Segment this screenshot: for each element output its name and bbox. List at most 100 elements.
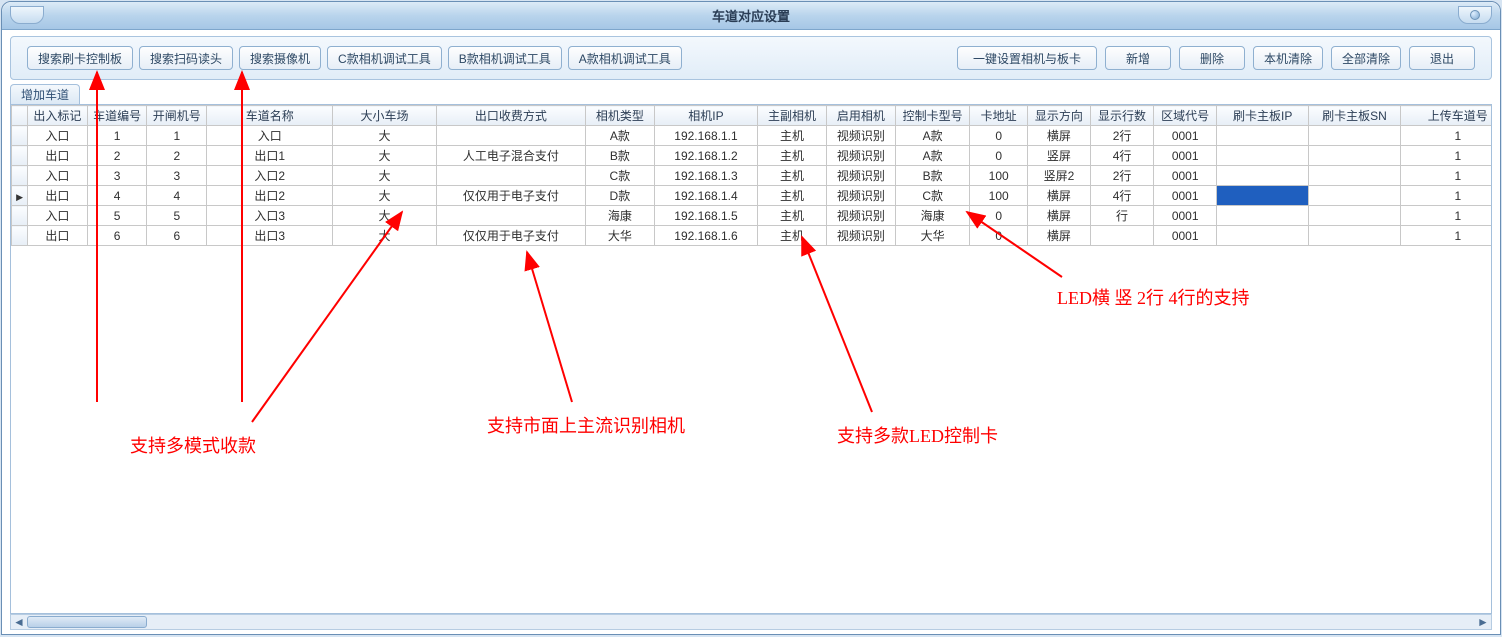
- column-header-card_addr[interactable]: 卡地址: [970, 106, 1027, 126]
- cell-main_sub[interactable]: 主机: [758, 206, 827, 226]
- b-camera-tool-button[interactable]: B款相机调试工具: [448, 46, 562, 70]
- column-header-area_code[interactable]: 区域代号: [1154, 106, 1217, 126]
- cell-gate_no[interactable]: 2: [147, 146, 207, 166]
- cell-area_code[interactable]: 0001: [1154, 126, 1217, 146]
- cell-ctrl_card[interactable]: 海康: [895, 206, 970, 226]
- cell-area_code[interactable]: 0001: [1154, 146, 1217, 166]
- column-header-lane_name[interactable]: 车道名称: [207, 106, 333, 126]
- cell-in_out[interactable]: 入口: [28, 166, 88, 186]
- cell-ctrl_card[interactable]: C款: [895, 186, 970, 206]
- cell-enable_cam[interactable]: 视频识别: [827, 186, 896, 206]
- a-camera-tool-button[interactable]: A款相机调试工具: [568, 46, 682, 70]
- titlebar-right-control[interactable]: [1458, 6, 1492, 24]
- cell-cam_type[interactable]: 海康: [585, 206, 654, 226]
- cell-area_code[interactable]: 0001: [1154, 186, 1217, 206]
- cell-gate_no[interactable]: 1: [147, 126, 207, 146]
- cell-exit_pay[interactable]: 仅仅用于电子支付: [436, 186, 585, 206]
- column-header-cam_ip[interactable]: 相机IP: [654, 106, 757, 126]
- cell-lane_no[interactable]: 1: [87, 126, 147, 146]
- cell-card_addr[interactable]: 100: [970, 186, 1027, 206]
- c-camera-tool-button[interactable]: C款相机调试工具: [327, 46, 442, 70]
- cell-in_out[interactable]: 出口: [28, 226, 88, 246]
- row-header[interactable]: [12, 166, 28, 186]
- cell-ctrl_card[interactable]: A款: [895, 126, 970, 146]
- cell-cam_type[interactable]: 大华: [585, 226, 654, 246]
- cell-card_ip[interactable]: [1217, 146, 1309, 166]
- cell-card_sn[interactable]: [1309, 146, 1401, 166]
- cell-cam_type[interactable]: A款: [585, 126, 654, 146]
- column-header-ctrl_card[interactable]: 控制卡型号: [895, 106, 970, 126]
- cell-ctrl_card[interactable]: 大华: [895, 226, 970, 246]
- cell-gate_no[interactable]: 5: [147, 206, 207, 226]
- cell-card_sn[interactable]: [1309, 126, 1401, 146]
- cell-disp_rows[interactable]: 行: [1091, 206, 1154, 226]
- column-header-enable_cam[interactable]: 启用相机: [827, 106, 896, 126]
- cell-gate_no[interactable]: 4: [147, 186, 207, 206]
- cell-cam_ip[interactable]: 192.168.1.2: [654, 146, 757, 166]
- cell-exit_pay[interactable]: [436, 166, 585, 186]
- cell-disp_dir[interactable]: 竖屏: [1027, 146, 1090, 166]
- cell-card_addr[interactable]: 0: [970, 146, 1027, 166]
- cell-main_sub[interactable]: 主机: [758, 226, 827, 246]
- cell-card_ip[interactable]: [1217, 206, 1309, 226]
- cell-cam_type[interactable]: D款: [585, 186, 654, 206]
- cell-exit_pay[interactable]: 仅仅用于电子支付: [436, 226, 585, 246]
- search-card-ctrl-button[interactable]: 搜索刷卡控制板: [27, 46, 133, 70]
- column-header-park_size[interactable]: 大小车场: [333, 106, 436, 126]
- titlebar-left-control[interactable]: [10, 6, 44, 24]
- cell-disp_dir[interactable]: 横屏: [1027, 226, 1090, 246]
- cell-card_addr[interactable]: 0: [970, 206, 1027, 226]
- cell-card_sn[interactable]: [1309, 226, 1401, 246]
- cell-card_sn[interactable]: [1309, 186, 1401, 206]
- cell-area_code[interactable]: 0001: [1154, 166, 1217, 186]
- cell-cam_ip[interactable]: 192.168.1.6: [654, 226, 757, 246]
- cell-cam_ip[interactable]: 192.168.1.5: [654, 206, 757, 226]
- cell-cam_type[interactable]: C款: [585, 166, 654, 186]
- cell-in_out[interactable]: 入口: [28, 126, 88, 146]
- one-key-set-button[interactable]: 一键设置相机与板卡: [957, 46, 1097, 70]
- row-header[interactable]: [12, 126, 28, 146]
- cell-lane_name[interactable]: 出口2: [207, 186, 333, 206]
- column-header-in_out[interactable]: 出入标记: [28, 106, 88, 126]
- cell-in_out[interactable]: 出口: [28, 186, 88, 206]
- cell-lane_no[interactable]: 6: [87, 226, 147, 246]
- cell-lane_name[interactable]: 出口1: [207, 146, 333, 166]
- column-header-cam_type[interactable]: 相机类型: [585, 106, 654, 126]
- search-scan-reader-button[interactable]: 搜索扫码读头: [139, 46, 233, 70]
- cell-upload_lane[interactable]: 1: [1400, 166, 1491, 186]
- table-row[interactable]: 出口66出口3大仅仅用于电子支付大华192.168.1.6主机视频识别大华0横屏…: [12, 226, 1492, 246]
- cell-upload_lane[interactable]: 1: [1400, 226, 1491, 246]
- cell-card_sn[interactable]: [1309, 166, 1401, 186]
- exit-button[interactable]: 退出: [1409, 46, 1475, 70]
- scroll-left-icon[interactable]: ◄: [11, 615, 27, 629]
- cell-area_code[interactable]: 0001: [1154, 226, 1217, 246]
- local-clear-button[interactable]: 本机清除: [1253, 46, 1323, 70]
- all-clear-button[interactable]: 全部清除: [1331, 46, 1401, 70]
- cell-enable_cam[interactable]: 视频识别: [827, 206, 896, 226]
- cell-disp_dir[interactable]: 横屏: [1027, 126, 1090, 146]
- column-header-exit_pay[interactable]: 出口收费方式: [436, 106, 585, 126]
- table-row[interactable]: 出口22出口1大人工电子混合支付B款192.168.1.2主机视频识别A款0竖屏…: [12, 146, 1492, 166]
- table-row[interactable]: 出口44出口2大仅仅用于电子支付D款192.168.1.4主机视频识别C款100…: [12, 186, 1492, 206]
- cell-lane_no[interactable]: 4: [87, 186, 147, 206]
- cell-upload_lane[interactable]: 1: [1400, 146, 1491, 166]
- cell-lane_no[interactable]: 3: [87, 166, 147, 186]
- cell-park_size[interactable]: 大: [333, 206, 436, 226]
- cell-card_ip[interactable]: [1217, 166, 1309, 186]
- cell-lane_name[interactable]: 入口2: [207, 166, 333, 186]
- column-header-card_ip[interactable]: 刷卡主板IP: [1217, 106, 1309, 126]
- cell-exit_pay[interactable]: 人工电子混合支付: [436, 146, 585, 166]
- cell-gate_no[interactable]: 3: [147, 166, 207, 186]
- cell-lane_name[interactable]: 入口: [207, 126, 333, 146]
- cell-cam_ip[interactable]: 192.168.1.1: [654, 126, 757, 146]
- cell-disp_rows[interactable]: 4行: [1091, 186, 1154, 206]
- cell-enable_cam[interactable]: 视频识别: [827, 166, 896, 186]
- cell-main_sub[interactable]: 主机: [758, 126, 827, 146]
- cell-disp_dir[interactable]: 竖屏2: [1027, 166, 1090, 186]
- row-header[interactable]: [12, 206, 28, 226]
- column-header-main_sub[interactable]: 主副相机: [758, 106, 827, 126]
- cell-lane_name[interactable]: 出口3: [207, 226, 333, 246]
- cell-main_sub[interactable]: 主机: [758, 166, 827, 186]
- cell-main_sub[interactable]: 主机: [758, 186, 827, 206]
- cell-in_out[interactable]: 入口: [28, 206, 88, 226]
